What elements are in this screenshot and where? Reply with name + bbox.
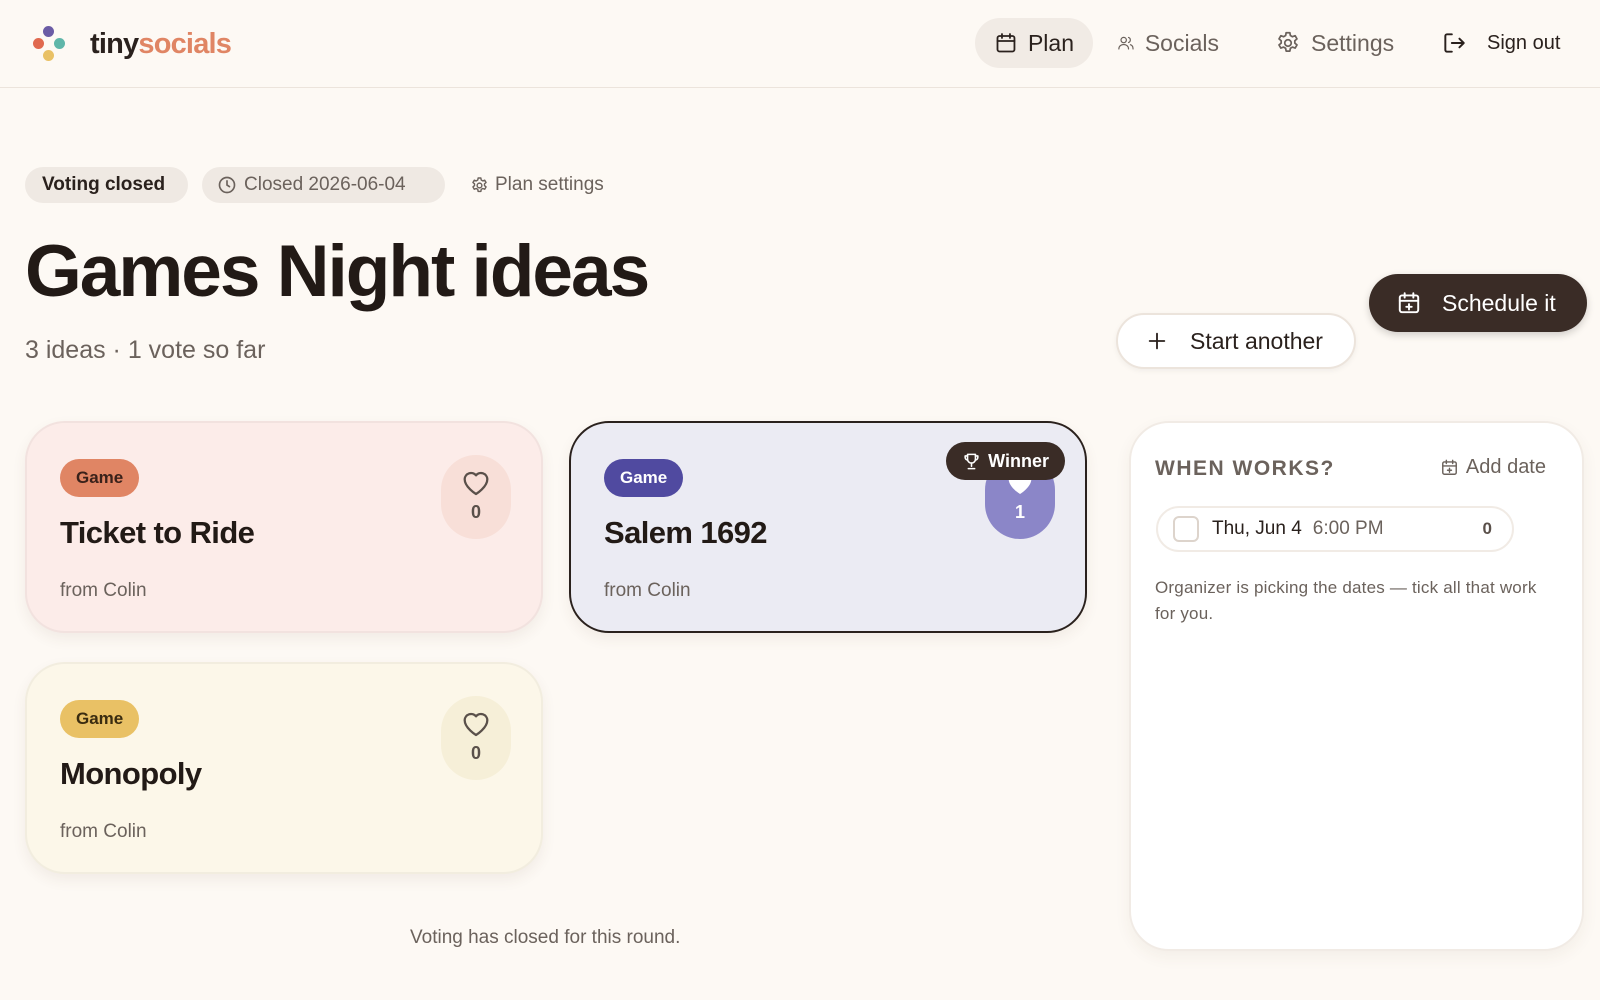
when-works-title: WHEN WORKS? xyxy=(1155,457,1335,480)
users-icon xyxy=(1118,36,1134,50)
date-vote-count: 0 xyxy=(1482,519,1492,538)
brand-name: tinysocials xyxy=(90,22,232,66)
when-works-note: Organizer is picking the dates — tick al… xyxy=(1155,578,1537,623)
brand-logo-link[interactable]: tinysocials xyxy=(32,22,232,66)
sign-out-button[interactable]: Sign out xyxy=(1422,18,1582,68)
winner-label: Winner xyxy=(988,450,1049,471)
top-bar: tinysocials Plan Socials Settings Sign o… xyxy=(0,0,1600,88)
idea-card[interactable]: Game Ticket to Ride from Colin 0 xyxy=(25,421,543,633)
idea-author: from Colin xyxy=(60,821,147,842)
plus-icon xyxy=(1148,332,1166,350)
idea-author: from Colin xyxy=(60,580,147,601)
closed-date-badge: Closed 2026-06-04 xyxy=(202,167,445,203)
schedule-it-button[interactable]: Schedule it xyxy=(1369,274,1587,332)
nav-plan[interactable]: Plan xyxy=(975,18,1093,68)
nav-socials[interactable]: Socials xyxy=(1098,18,1238,68)
idea-tag: Game xyxy=(60,700,140,738)
sign-out-icon xyxy=(1444,33,1465,53)
nav-plan-label: Plan xyxy=(1027,29,1074,56)
idea-tag: Game xyxy=(604,459,684,497)
gear-icon xyxy=(472,176,487,192)
nav-socials-label: Socials xyxy=(1144,29,1219,56)
when-works-panel: WHEN WORKS? Add date Thu, Jun 4 6:00 PM … xyxy=(1129,421,1584,951)
voting-status-label: Voting closed xyxy=(42,174,166,195)
calendar-add-icon xyxy=(1441,459,1457,475)
add-date-button[interactable]: Add date xyxy=(1440,456,1546,479)
schedule-it-label: Schedule it xyxy=(1442,289,1556,316)
plan-settings-label: Plan settings xyxy=(495,174,604,195)
date-option[interactable]: Thu, Jun 4 6:00 PM 0 xyxy=(1156,506,1514,552)
start-another-label: Start another xyxy=(1190,327,1323,354)
date-time: 6:00 PM xyxy=(1312,518,1384,539)
vote-count: 0 xyxy=(470,743,481,763)
idea-author: from Colin xyxy=(604,580,691,601)
idea-title: Monopoly xyxy=(60,756,202,791)
trophy-icon xyxy=(964,453,979,469)
voting-status-badge: Voting closed xyxy=(25,167,188,203)
idea-tag: Game xyxy=(60,459,140,497)
calendar-icon xyxy=(996,33,1016,53)
date-day: Thu, Jun 4 xyxy=(1212,518,1302,539)
nav-settings[interactable]: Settings xyxy=(1256,18,1414,68)
sign-out-label: Sign out xyxy=(1487,31,1561,54)
idea-title: Ticket to Ride xyxy=(60,515,255,550)
date-checkbox[interactable] xyxy=(1173,516,1199,542)
gear-icon xyxy=(1278,31,1298,52)
brand-name-part2: socials xyxy=(138,28,232,60)
calendar-add-icon xyxy=(1398,292,1420,314)
voting-closed-note: Voting has closed for this round. xyxy=(410,927,681,948)
clock-icon xyxy=(218,176,236,194)
plan-summary: 3 ideas · 1 vote so far xyxy=(25,336,266,364)
vote-count: 1 xyxy=(1014,502,1025,522)
start-another-button[interactable]: Start another xyxy=(1116,313,1356,369)
brand-logo-icon xyxy=(32,24,68,64)
page-title: Games Night ideas xyxy=(25,231,650,312)
nav-settings-label: Settings xyxy=(1311,29,1395,56)
idea-card-winner[interactable]: Game Salem 1692 from Colin 1 Winner xyxy=(569,421,1087,633)
closed-date-label: Closed 2026-06-04 xyxy=(244,174,406,195)
vote-button[interactable]: 0 xyxy=(441,455,511,539)
heart-icon xyxy=(463,712,489,737)
winner-badge: Winner xyxy=(946,442,1065,480)
vote-count: 0 xyxy=(470,502,481,522)
add-date-label: Add date xyxy=(1465,456,1546,478)
vote-button[interactable]: 0 xyxy=(441,696,511,780)
idea-card[interactable]: Game Monopoly from Colin 0 xyxy=(25,662,543,874)
brand-name-part1: tiny xyxy=(90,28,139,60)
idea-title: Salem 1692 xyxy=(604,515,768,550)
plan-settings-button[interactable]: Plan settings xyxy=(470,167,630,203)
heart-icon xyxy=(463,471,489,496)
